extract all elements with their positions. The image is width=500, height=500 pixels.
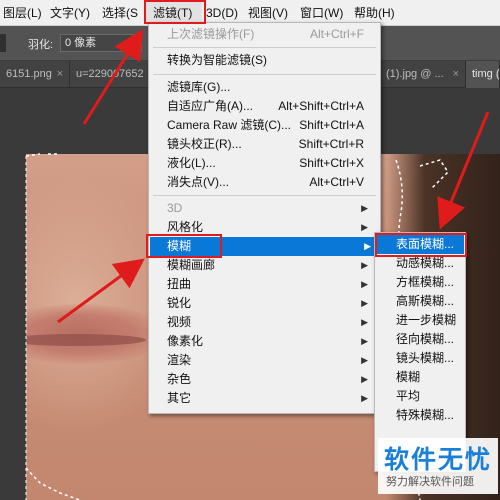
tab-document-2[interactable]: u=229007652 (70, 61, 150, 88)
menu-item-label: 消失点(V)... (167, 175, 229, 189)
menu-item-label: 转换为智能滤镜(S) (167, 53, 267, 67)
menu-item-label: 扭曲 (167, 277, 192, 291)
menu-item-label: 液化(L)... (167, 156, 216, 170)
tab-document-3[interactable]: (1).jpg @ ... × (380, 61, 466, 88)
watermark-subtitle: 努力解决软件问题 (386, 476, 474, 488)
submenu-arrow-icon: ▶ (361, 279, 368, 289)
submenu-item-radial-blur[interactable]: 径向模糊... (376, 330, 464, 349)
filter-menu-dropdown: 上次滤镜操作(F) Alt+Ctrl+F 转换为智能滤镜(S) 滤镜库(G)..… (148, 22, 381, 414)
menu-item-label: 渲染 (167, 353, 192, 367)
menu-item-noise[interactable]: 杂色 ▶ (167, 370, 376, 389)
menu-item-label: 自适应广角(A)... (167, 99, 253, 113)
menu-item-convert-smart-filter[interactable]: 转换为智能滤镜(S) (167, 51, 376, 70)
tab-label: timg ( (472, 68, 500, 80)
menu-item-adaptive-wide-angle[interactable]: 自适应广角(A)... Alt+Shift+Ctrl+A (167, 97, 376, 116)
tab-document-1[interactable]: 6151.png × (0, 61, 70, 88)
submenu-arrow-icon: ▶ (361, 317, 368, 327)
submenu-item-lens-blur[interactable]: 镜头模糊... (376, 349, 464, 368)
submenu-arrow-icon: ▶ (361, 203, 368, 213)
submenu-arrow-icon: ▶ (361, 355, 368, 365)
submenu-arrow-icon: ▶ (361, 374, 368, 384)
menu-item-other[interactable]: 其它 ▶ (167, 389, 376, 408)
menu-item-distort[interactable]: 扭曲 ▶ (167, 275, 376, 294)
menu-item-label: 杂色 (167, 372, 192, 386)
annotation-box-surface-blur (375, 233, 467, 257)
close-icon[interactable]: × (453, 61, 459, 88)
menu-item-label: 滤镜库(G)... (167, 80, 231, 94)
submenu-item-average[interactable]: 平均 (376, 387, 464, 406)
tab-label: 6151.png (6, 68, 52, 80)
menu-item-lens-correction[interactable]: 镜头校正(R)... Shift+Ctrl+R (167, 135, 376, 154)
watermark-title: 软件无忧 (384, 446, 493, 474)
menu-item-3d: 3D ▶ (167, 199, 376, 218)
menu-item-blur-gallery[interactable]: 模糊画廊 ▶ (167, 256, 376, 275)
menu-item-label: 模糊画廊 (167, 258, 216, 272)
watermark-logo: 软件无忧 努力解决软件问题 (378, 438, 498, 494)
menu-item-filter-gallery[interactable]: 滤镜库(G)... (167, 78, 376, 97)
submenu-arrow-icon: ▶ (361, 298, 368, 308)
annotation-box-blur-item (146, 234, 222, 258)
menu-item-shortcut: Alt+Ctrl+F (309, 27, 364, 41)
menu-separator (153, 195, 376, 196)
submenu-item-box-blur[interactable]: 方框模糊... (376, 273, 464, 292)
submenu-arrow-icon: ▶ (361, 393, 368, 403)
menu-item-label: 镜头校正(R)... (167, 137, 242, 151)
menu-item-label: 其它 (167, 391, 192, 405)
feather-label: 羽化: (28, 39, 54, 51)
submenu-arrow-icon: ▶ (361, 222, 368, 232)
feather-input[interactable]: 0 像素 (60, 34, 142, 52)
submenu-item-smart-blur[interactable]: 特殊模糊... (376, 406, 464, 425)
menu-item-sharpen[interactable]: 锐化 ▶ (167, 294, 376, 313)
close-icon[interactable]: × (57, 61, 63, 88)
tab-label: u=229007652 (76, 68, 144, 80)
blur-submenu: 表面模糊... 动感模糊... 方框模糊... 高斯模糊... 进一步模糊 径向… (374, 232, 466, 472)
menu-separator (153, 74, 376, 75)
menu-item-render[interactable]: 渲染 ▶ (167, 351, 376, 370)
annotation-box-filter-menu (144, 0, 206, 24)
menu-item-shortcut: Alt+Shift+Ctrl+A (278, 99, 364, 113)
submenu-item-blur[interactable]: 模糊 (376, 368, 464, 387)
menu-item-shortcut: Shift+Ctrl+A (299, 118, 364, 132)
menu-type[interactable]: 文字(Y) (50, 0, 94, 26)
menu-separator (153, 47, 376, 48)
menu-item-label: 3D (167, 201, 183, 215)
tab-label: (1).jpg @ ... (386, 68, 444, 80)
menu-item-label: Camera Raw 滤镜(C)... (167, 118, 292, 132)
submenu-arrow-icon: ▶ (361, 336, 368, 346)
menu-item-label: 锐化 (167, 296, 192, 310)
menu-item-liquify[interactable]: 液化(L)... Shift+Ctrl+X (167, 154, 376, 173)
tab-document-4[interactable]: timg ( (466, 61, 500, 88)
menu-item-video[interactable]: 视频 ▶ (167, 313, 376, 332)
submenu-item-blur-more[interactable]: 进一步模糊 (376, 311, 464, 330)
submenu-item-gaussian-blur[interactable]: 高斯模糊... (376, 292, 464, 311)
menu-item-label: 视频 (167, 315, 192, 329)
menu-item-label: 上次滤镜操作(F) (167, 27, 255, 41)
menu-item-pixelate[interactable]: 像素化 ▶ (167, 332, 376, 351)
menu-item-shortcut: Shift+Ctrl+R (298, 137, 364, 151)
menu-item-label: 风格化 (167, 220, 204, 234)
menu-item-shortcut: Alt+Ctrl+V (309, 175, 364, 189)
menu-layer[interactable]: 图层(L) (0, 0, 42, 26)
menu-item-vanishing-point[interactable]: 消失点(V)... Alt+Ctrl+V (167, 173, 376, 192)
menu-select[interactable]: 选择(S (102, 0, 142, 26)
menu-item-label: 像素化 (167, 334, 204, 348)
tool-preset-icon[interactable] (0, 34, 6, 52)
submenu-arrow-icon: ▶ (364, 241, 371, 251)
menu-item-last-filter: 上次滤镜操作(F) Alt+Ctrl+F (167, 25, 376, 44)
submenu-arrow-icon: ▶ (361, 260, 368, 270)
menu-item-shortcut: Shift+Ctrl+X (299, 156, 364, 170)
menu-item-camera-raw[interactable]: Camera Raw 滤镜(C)... Shift+Ctrl+A (167, 116, 376, 135)
